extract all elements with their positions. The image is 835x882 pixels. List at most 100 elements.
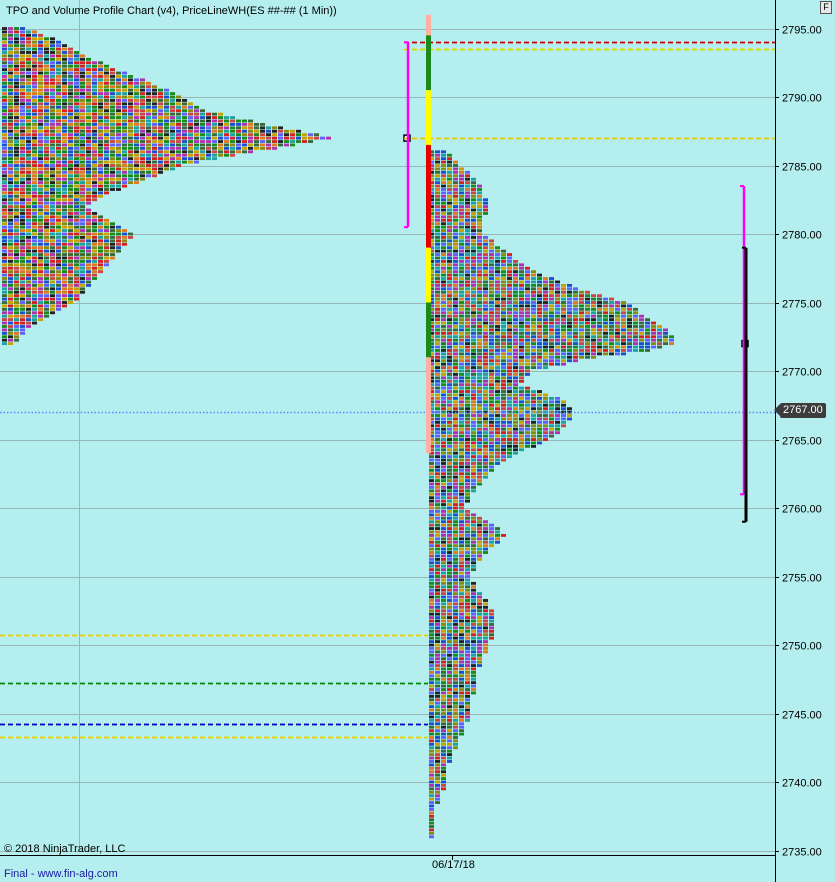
- tpo-cell: [537, 280, 542, 284]
- tpo-cell: [68, 81, 73, 85]
- tpo-cell: [110, 126, 115, 130]
- tpo-cell: [447, 650, 452, 654]
- tpo-cell: [435, 482, 440, 486]
- tpo-cell: [80, 287, 85, 291]
- tpo-profile-chart[interactable]: 2735.002740.002745.002750.002755.002760.…: [0, 0, 835, 882]
- tpo-cell: [435, 400, 440, 404]
- tpo-cell: [621, 328, 626, 332]
- tpo-cell: [194, 140, 199, 143]
- tpo-cell: [591, 349, 596, 352]
- tpo-cell: [32, 218, 37, 222]
- tpo-cell: [477, 420, 482, 424]
- tpo-cell: [477, 318, 482, 322]
- tpo-cell: [483, 390, 488, 393]
- tpo-cell: [429, 520, 434, 524]
- tpo-cell: [489, 249, 494, 253]
- tpo-cell: [519, 376, 524, 380]
- tpo-cell: [447, 578, 452, 582]
- tpo-cell: [501, 283, 506, 287]
- tpo-cell: [573, 301, 578, 304]
- tpo-cell: [525, 335, 530, 339]
- tpo-cell: [567, 335, 572, 339]
- tpo-cell: [567, 414, 572, 417]
- tpo-cell: [74, 92, 79, 95]
- tpo-cell: [609, 314, 614, 318]
- tpo-cell: [182, 146, 187, 150]
- tpo-cell: [471, 376, 476, 380]
- tpo-cell: [591, 328, 596, 332]
- tpo-cell: [80, 157, 85, 161]
- tpo-cell: [74, 177, 79, 181]
- tpo-cell: [8, 191, 13, 195]
- tpo-cell: [657, 325, 662, 328]
- tpo-cell: [471, 194, 476, 198]
- tpo-cell: [68, 167, 73, 171]
- tpo-cell: [242, 146, 247, 150]
- tpo-cell: [441, 468, 446, 472]
- tpo-cell: [62, 81, 67, 85]
- tpo-cell: [441, 701, 446, 705]
- tpo-cell: [435, 212, 440, 215]
- tpo-cell: [14, 33, 19, 37]
- tpo-cell: [459, 256, 464, 260]
- tpo-cell: [122, 160, 127, 164]
- footer-link[interactable]: Final - www.fin-alg.com: [4, 868, 118, 880]
- tpo-cell: [447, 739, 452, 743]
- tpo-cell: [447, 160, 452, 164]
- tpo-cell: [158, 119, 163, 123]
- tpo-cell: [14, 246, 19, 250]
- tpo-cell: [429, 568, 434, 572]
- tpo-cell: [453, 338, 458, 342]
- tpo-cell: [531, 270, 536, 274]
- tpo-cell: [465, 571, 470, 575]
- tpo-cell: [573, 314, 578, 318]
- tpo-cell: [92, 249, 97, 253]
- tpo-cell: [176, 116, 181, 119]
- tpo-cell: [68, 280, 73, 284]
- chart-options-button[interactable]: F: [820, 1, 832, 14]
- tpo-cell: [441, 434, 446, 438]
- tpo-cell: [543, 331, 548, 335]
- tpo-cell: [447, 667, 452, 671]
- tpo-cell: [549, 424, 554, 428]
- tpo-cell: [68, 143, 73, 147]
- tpo-cell: [429, 684, 434, 688]
- tpo-cell: [110, 71, 115, 75]
- tpo-cell: [38, 215, 43, 219]
- tpo-cell: [236, 146, 241, 150]
- tpo-cell: [164, 164, 169, 167]
- tpo-cell: [435, 746, 440, 750]
- tpo-cell: [459, 438, 464, 441]
- tpo-cell: [104, 129, 109, 133]
- tpo-cell: [50, 47, 55, 51]
- tpo-cell: [134, 146, 139, 150]
- tpo-cell: [56, 44, 61, 48]
- tpo-cell: [8, 290, 13, 294]
- tpo-cell: [110, 129, 115, 133]
- tpo-cell: [453, 506, 458, 510]
- tpo-cell: [495, 355, 500, 359]
- tpo-cell: [254, 122, 259, 126]
- tpo-cell: [104, 164, 109, 167]
- tpo-cell: [86, 57, 91, 61]
- tpo-cell: [110, 112, 115, 116]
- tpo-cell: [44, 253, 49, 256]
- tpo-cell: [44, 208, 49, 212]
- tpo-cell: [453, 554, 458, 558]
- tpo-cell: [441, 506, 446, 510]
- tpo-cell: [453, 270, 458, 274]
- tpo-cell: [38, 290, 43, 294]
- tpo-cell: [477, 475, 482, 479]
- tpo-cell: [164, 109, 169, 113]
- tpo-cell: [447, 229, 452, 232]
- tpo-cell: [537, 417, 542, 421]
- tpo-cell: [429, 681, 434, 685]
- tpo-cell: [441, 530, 446, 534]
- tpo-cell: [453, 301, 458, 304]
- tpo-cell: [68, 47, 73, 51]
- tpo-cell: [176, 140, 181, 143]
- tpo-cell: [429, 585, 434, 589]
- tpo-cell: [98, 102, 103, 106]
- tpo-cell: [80, 126, 85, 130]
- tpo-cell: [441, 417, 446, 421]
